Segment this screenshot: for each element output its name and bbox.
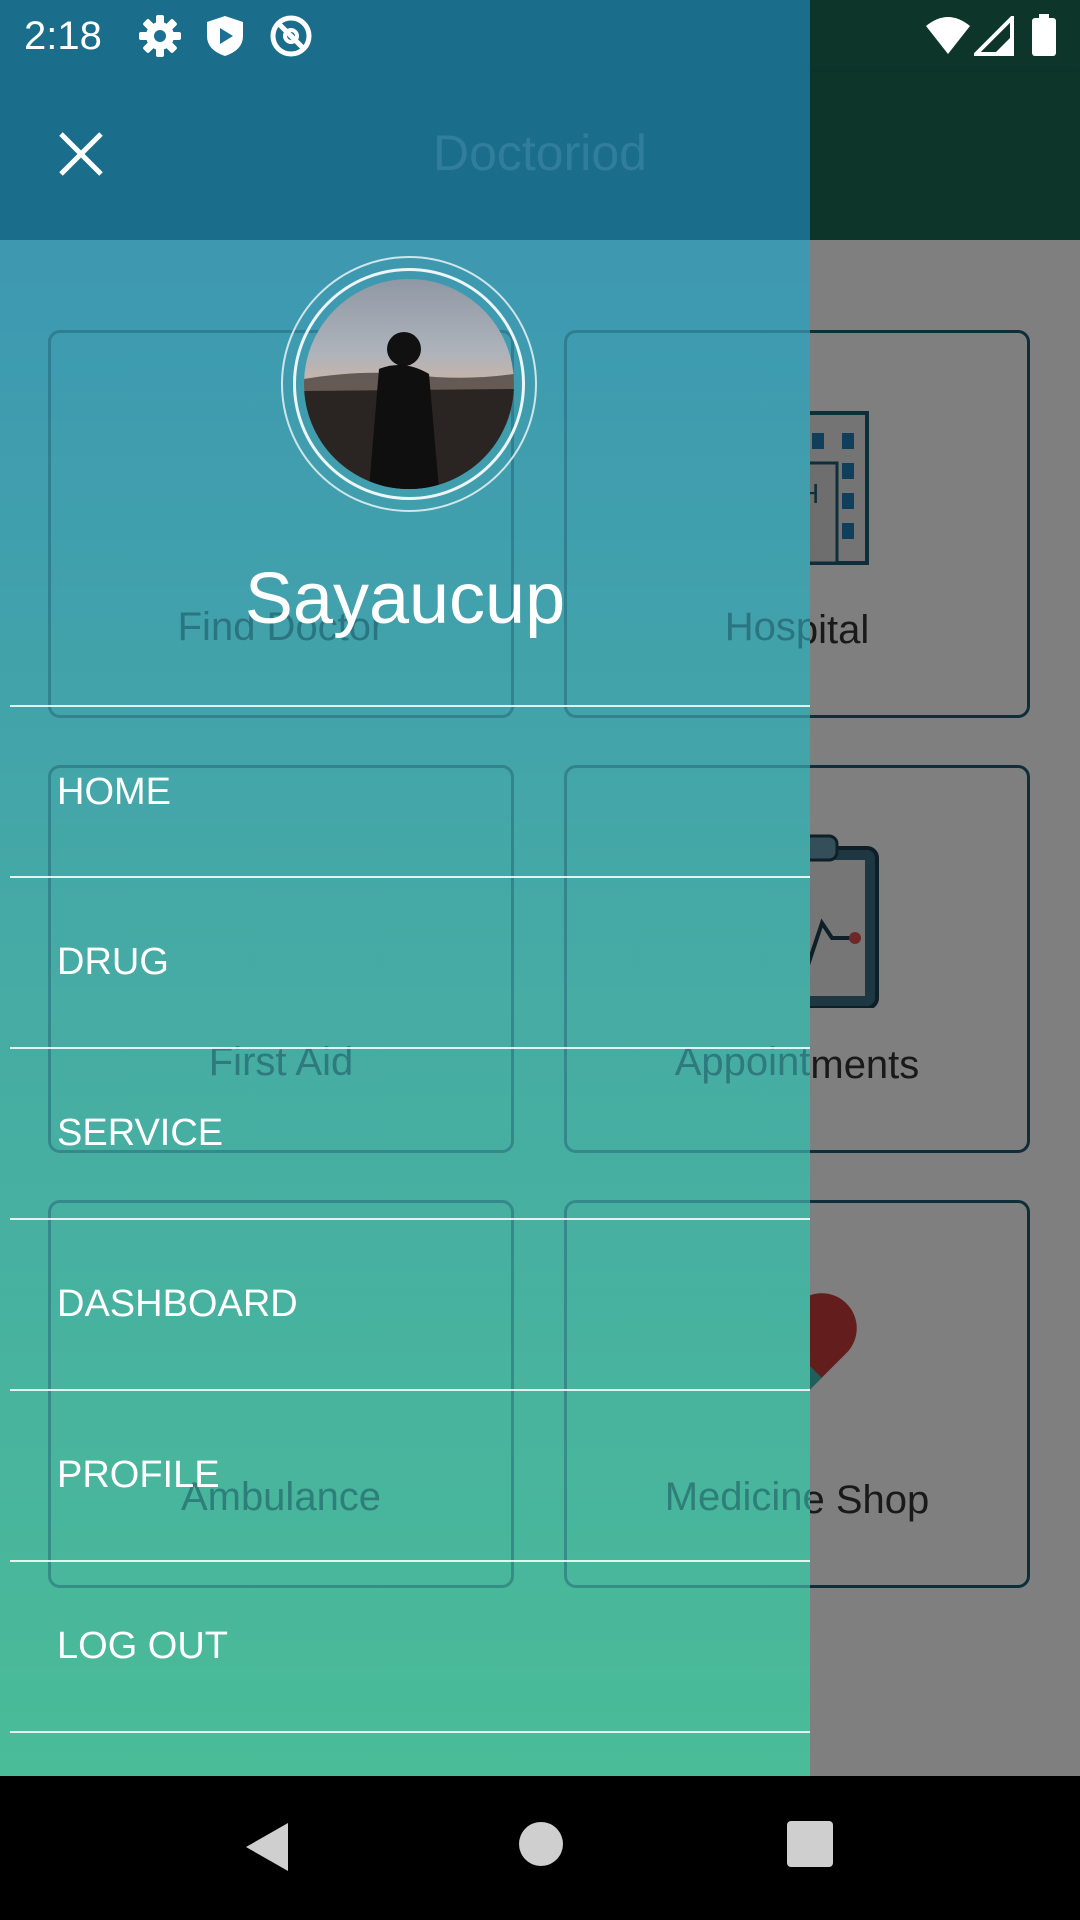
home-circle-icon[interactable] (518, 1821, 564, 1872)
wifi-icon (924, 14, 972, 61)
menu-item-home[interactable]: HOME (0, 706, 810, 876)
menu-item-log-out[interactable]: LOG OUT (0, 1561, 810, 1731)
menu-label: HOME (57, 771, 171, 813)
system-nav-bar (0, 1776, 1080, 1920)
menu-label: PROFILE (57, 1454, 220, 1496)
menu-item-drug[interactable]: DRUG (0, 877, 810, 1047)
app-title-behind: Doctoriod (433, 125, 647, 181)
menu-item-dashboard[interactable]: DASHBOARD (0, 1219, 810, 1389)
status-time: 2:18 (24, 14, 102, 58)
battery-icon (1032, 14, 1056, 61)
user-name: Sayaucup (244, 559, 566, 639)
gear-icon (138, 14, 182, 63)
divider (10, 1731, 810, 1733)
back-icon[interactable] (244, 1821, 290, 1878)
menu-item-service[interactable]: SERVICE (0, 1048, 810, 1218)
menu-label: DASHBOARD (57, 1283, 298, 1325)
menu-item-profile[interactable]: PROFILE (0, 1390, 810, 1560)
sync-off-icon (269, 14, 313, 63)
navigation-drawer: Find Doctor Hospital First Aid Appointme… (0, 0, 810, 1776)
menu-label: SERVICE (57, 1112, 224, 1154)
menu-label: DRUG (57, 941, 169, 983)
signal-icon (971, 13, 1014, 61)
menu-label: LOG OUT (57, 1625, 229, 1667)
close-icon[interactable] (57, 130, 105, 178)
avatar[interactable] (304, 279, 514, 489)
recents-icon[interactable] (787, 1821, 833, 1872)
drawer-header (0, 0, 810, 240)
shield-icon (205, 14, 245, 63)
ghost-card (564, 330, 810, 718)
